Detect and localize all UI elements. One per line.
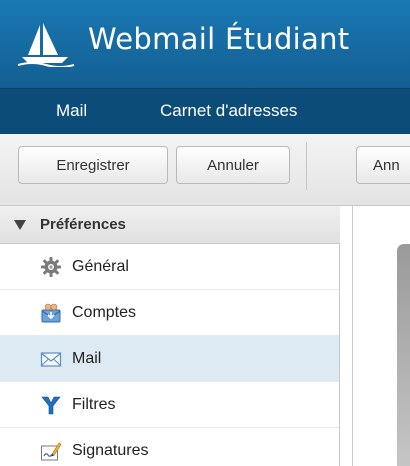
sidebar-item-label: Général	[72, 257, 129, 275]
toolbar-separator	[306, 142, 307, 190]
sidebar-item-label: Filtres	[72, 395, 116, 413]
sidebar-item-mail[interactable]: Mail	[0, 336, 339, 382]
preferences-sidebar: Préférences Général Comptes Mail Filtres…	[0, 206, 340, 466]
collapse-triangle-icon[interactable]	[14, 219, 26, 230]
sidebar-item-signatures[interactable]: Signatures	[0, 428, 339, 466]
sailboat-logo-icon	[18, 23, 74, 67]
sidebar-item-accounts[interactable]: Comptes	[0, 290, 339, 336]
sidebar-item-label: Comptes	[72, 303, 137, 321]
nav-item-mail[interactable]: Mail	[56, 101, 87, 121]
envelope-icon	[40, 351, 62, 367]
logo[interactable]	[18, 20, 74, 70]
preferences-section-header[interactable]: Préférences	[0, 206, 340, 244]
gear-icon	[41, 256, 61, 277]
nav-item-address-book[interactable]: Carnet d'adresses	[160, 101, 297, 121]
content-panel	[397, 244, 410, 466]
section-title: Préférences	[40, 216, 126, 233]
preferences-content-frame	[352, 206, 410, 466]
toolbar: Enregistrer Annuler Ann	[0, 134, 410, 206]
cancel-button[interactable]: Annuler	[176, 146, 290, 184]
sidebar-item-label: Mail	[72, 349, 102, 367]
sidebar-item-filters[interactable]: Filtres	[0, 382, 339, 428]
app-title: Webmail Étudiant	[88, 22, 350, 56]
sidebar-item-label: Signatures	[72, 441, 149, 459]
top-navigation: Mail Carnet d'adresses	[0, 88, 410, 134]
signature-icon	[41, 442, 62, 460]
app-header: Webmail Étudiant	[0, 0, 410, 88]
accounts-icon	[41, 303, 61, 322]
sidebar-item-general[interactable]: Général	[0, 244, 339, 290]
save-button[interactable]: Enregistrer	[18, 146, 168, 184]
cancel-button-secondary[interactable]: Ann	[356, 146, 410, 184]
filter-icon	[41, 396, 61, 414]
